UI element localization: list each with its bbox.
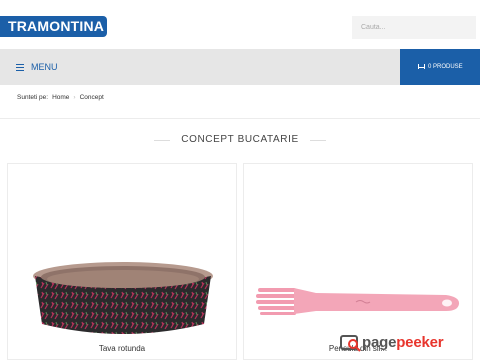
pagepeeker-icon	[340, 335, 361, 352]
search-input[interactable]	[352, 16, 476, 39]
product-card[interactable]: Pensula din sil...	[243, 163, 473, 360]
menu-button[interactable]: MENU	[16, 49, 58, 85]
breadcrumb-separator: ›	[73, 94, 76, 101]
breadcrumb-prefix: Sunteti pe:	[17, 94, 49, 101]
cart-label: 0 PRODUSE	[428, 64, 463, 70]
page-title: CONCEPT BUCATARIE	[181, 134, 299, 145]
watermark-accent: peeker	[396, 334, 444, 351]
round-baking-pan-image	[33, 262, 213, 334]
menu-label: MENU	[31, 62, 58, 72]
title-right-rule	[310, 140, 326, 141]
product-name: Tava rotunda	[98, 344, 146, 353]
header-divider	[0, 118, 480, 119]
header: TRAMONTINA	[0, 0, 480, 50]
hamburger-icon	[16, 63, 24, 71]
breadcrumb-current: Concept	[79, 94, 104, 101]
cart-icon	[417, 64, 425, 70]
silicone-brush-image	[256, 288, 460, 315]
breadcrumb: Sunteti pe: Home › Concept	[17, 94, 104, 101]
main-navbar: MENU 0 PRODUSE	[0, 49, 480, 85]
pagepeeker-watermark: pagepeeker	[362, 334, 444, 351]
tramontina-logo[interactable]: TRAMONTINA	[0, 16, 107, 37]
product-card[interactable]: Tava rotunda	[7, 163, 237, 360]
breadcrumb-home-link[interactable]: Home	[52, 94, 69, 101]
watermark-main: page	[362, 334, 397, 351]
cart-button[interactable]: 0 PRODUSE	[400, 49, 480, 85]
